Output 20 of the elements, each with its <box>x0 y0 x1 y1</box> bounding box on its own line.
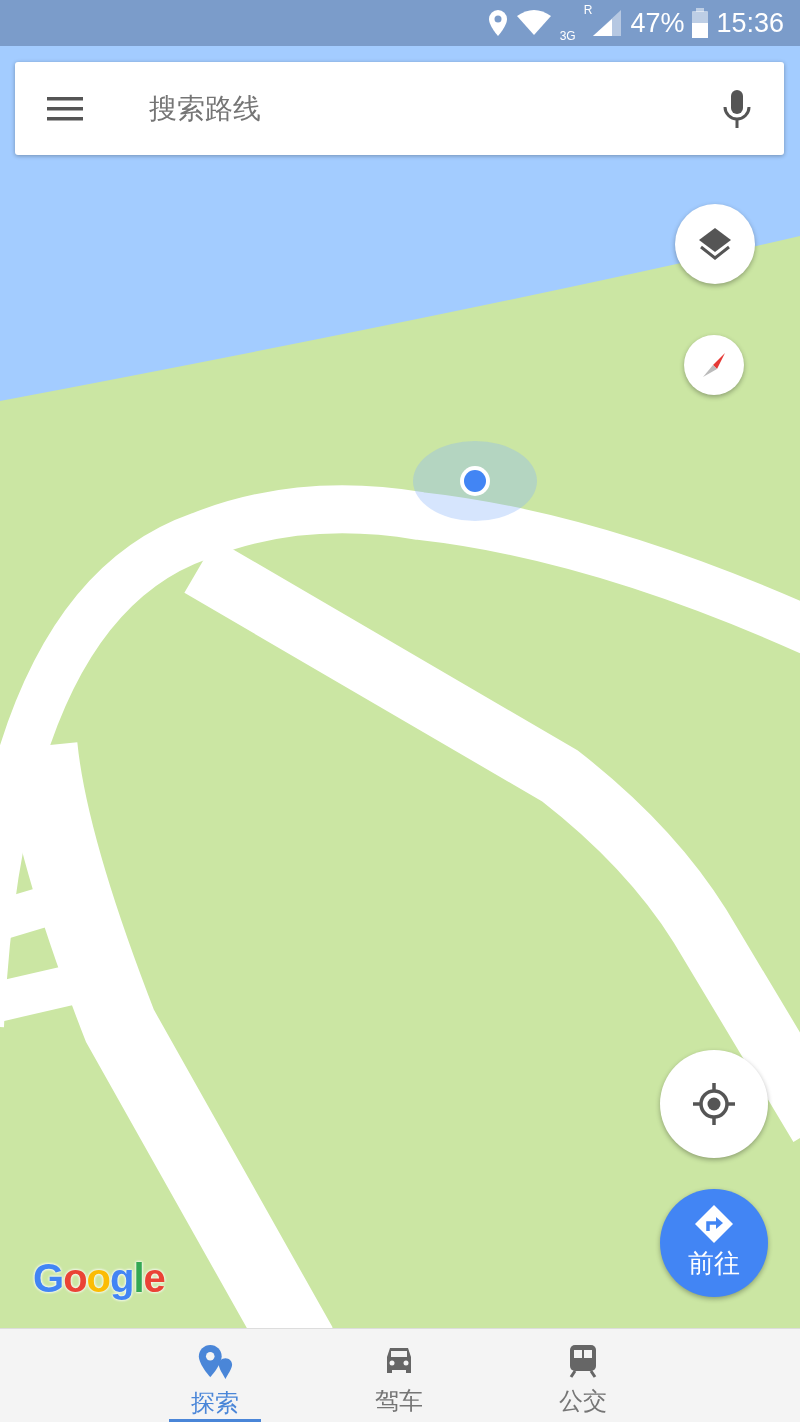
map-logo: Google <box>33 1258 165 1298</box>
nav-tab[interactable]: 探索 <box>123 1329 307 1422</box>
battery-percent: 47% <box>630 9 685 37</box>
battery-icon <box>692 8 709 38</box>
location-dot-icon <box>413 441 537 521</box>
menu-icon[interactable] <box>47 95 83 122</box>
location-icon <box>487 9 508 37</box>
network-type: 3G <box>559 30 576 42</box>
search-bar[interactable]: 搜索路线 <box>15 62 784 155</box>
nav-tab[interactable]: 公交 <box>491 1329 675 1422</box>
signal-icon <box>592 9 623 37</box>
clock-time: 15:36 <box>716 9 784 37</box>
microphone-icon[interactable] <box>722 88 752 129</box>
directions-icon <box>694 1203 734 1244</box>
wifi-icon <box>515 10 552 36</box>
crosshair-icon <box>692 1082 736 1126</box>
layers-icon <box>697 226 733 262</box>
nav-tab[interactable]: 驾车 <box>307 1329 491 1422</box>
roaming-indicator: R <box>583 4 593 16</box>
search-field[interactable]: 搜索路线 <box>147 86 667 131</box>
